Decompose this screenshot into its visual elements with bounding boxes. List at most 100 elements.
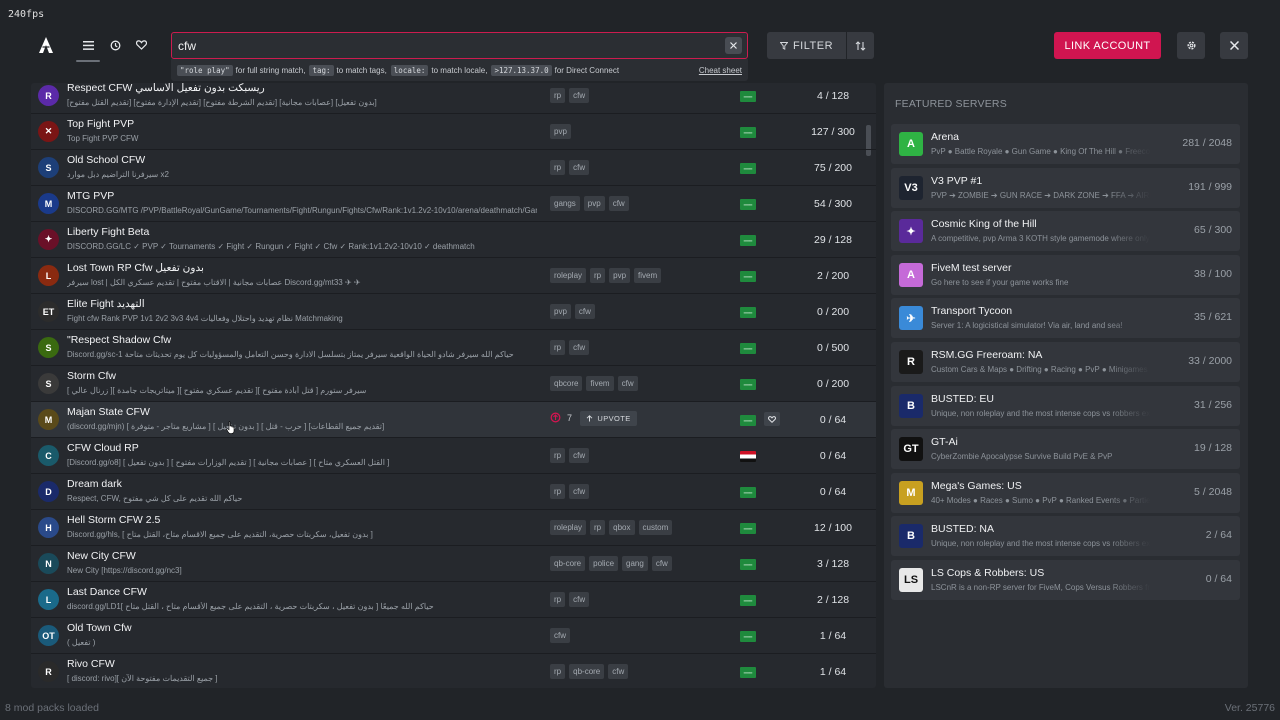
server-tag[interactable]: cfw — [651, 556, 672, 571]
server-tag[interactable]: fivem — [634, 268, 662, 283]
saudi-flag-icon: ═══ — [740, 559, 756, 570]
server-tag[interactable]: rp — [550, 88, 566, 103]
heart-icon[interactable] — [131, 35, 151, 55]
link-account-button[interactable]: LINK ACCOUNT — [1054, 32, 1161, 59]
featured-server-name: Arena — [931, 131, 960, 143]
server-tag[interactable]: police — [589, 556, 619, 571]
featured-server-card[interactable]: LS LS Cops & Robbers: US LSCnR is a non-RP… — [891, 560, 1240, 600]
featured-server-card[interactable]: B BUSTED: NA Unique, non roleplay and the … — [891, 516, 1240, 557]
server-row[interactable]: M Majan State CFW (discord.gg/mjn) [ مشاري… — [31, 401, 876, 437]
server-tag[interactable]: fivem — [586, 376, 614, 391]
server-icon: OT — [38, 625, 59, 646]
server-tag[interactable]: qb-core — [550, 556, 586, 571]
server-tag[interactable]: rp — [550, 664, 566, 679]
server-tag[interactable]: cfw — [569, 484, 590, 499]
server-name: Top Fight PVP — [67, 118, 135, 130]
server-tag[interactable]: gang — [622, 556, 648, 571]
server-row[interactable]: L Last Dance CFW discord.gg/LD1[ بدون تفعي… — [31, 581, 876, 617]
server-tag[interactable]: roleplay — [550, 520, 587, 535]
server-tag[interactable]: cfw — [569, 592, 590, 607]
featured-server-description: CyberZombie Apocalypse Survive Build PvE… — [931, 452, 1113, 462]
cheat-sheet-link[interactable]: Cheat sheet — [699, 66, 742, 75]
featured-server-card[interactable]: R RSM.GG Freeroam: NA Custom Cars & Maps ●… — [891, 342, 1240, 382]
server-row[interactable]: R Rivo CFW [ discord: rivo][ جميع التقديما… — [31, 653, 876, 688]
featured-player-count: 38 / 100 — [1194, 267, 1232, 280]
server-row[interactable]: D Dream dark Respect, CFW, حياكم الله تقدي… — [31, 473, 876, 509]
server-icon: N — [38, 553, 59, 574]
server-row[interactable]: R Respect CFW ريسبكت بدون تفعيل الاساسي [ت… — [31, 83, 876, 113]
featured-server-card[interactable]: B BUSTED: EU Unique, non roleplay and the … — [891, 385, 1240, 426]
search-box[interactable] — [171, 32, 748, 59]
mouse-cursor-icon — [226, 421, 235, 437]
featured-server-card[interactable]: ✦ Cosmic King of the Hill A competitive, p… — [891, 211, 1240, 252]
list-icon[interactable] — [78, 35, 98, 55]
server-tag[interactable]: qbox — [609, 520, 635, 535]
server-row[interactable]: L Lost Town RP Cfw بدون تفعيل سيرفر lost |… — [31, 257, 876, 293]
featured-server-card[interactable]: M Mega's Games: US 40+ Modes ● Races ● Sum… — [891, 472, 1240, 513]
server-tag[interactable]: custom — [638, 520, 673, 535]
featured-server-card[interactable]: ✈ Transport Tycoon Server 1: A logicistica… — [891, 298, 1240, 339]
server-row[interactable]: S Old School CFW سيرفرنا التراضيم دبل موار… — [31, 149, 876, 185]
app-logo-icon[interactable] — [36, 35, 56, 55]
server-row[interactable]: M MTG PVP DISCORD.GG/MTG /PVP/BattleRoyal/… — [31, 185, 876, 221]
server-tag[interactable]: rp — [590, 520, 606, 535]
clear-search-button[interactable] — [725, 37, 742, 54]
featured-server-card[interactable]: A FiveM test server Go here to see if your… — [891, 254, 1240, 295]
upvote-count: 7 — [550, 412, 572, 423]
server-tag[interactable]: rp — [550, 340, 566, 355]
server-tag[interactable]: rp — [550, 448, 566, 463]
server-row[interactable]: ✕ Top Fight PVP Top Fight PVP CFW pvp ═══ 127… — [31, 113, 876, 149]
nav-active-indicator — [76, 60, 100, 62]
close-app-button[interactable] — [1220, 32, 1248, 59]
server-tag[interactable]: pvp — [550, 304, 571, 319]
server-tag[interactable]: qb-core — [569, 664, 605, 679]
server-tag[interactable]: roleplay — [550, 268, 587, 283]
filter-button[interactable]: FILTER — [767, 32, 846, 59]
server-icon: ✦ — [38, 229, 59, 250]
history-icon[interactable] — [105, 35, 125, 55]
favorite-button[interactable] — [764, 412, 780, 426]
server-tag[interactable]: cfw — [569, 448, 590, 463]
server-tag[interactable]: cfw — [550, 628, 570, 643]
saudi-flag-icon: ═══ — [740, 307, 756, 318]
server-row[interactable]: ET Elite Fight التهديد Fight cfw Rank PVP … — [31, 293, 876, 329]
server-row[interactable]: H Hell Storm CFW 2.5 Discord.gg/hls, [ بدو… — [31, 509, 876, 545]
server-tag[interactable]: qbcore — [550, 376, 583, 391]
featured-server-name: Transport Tycoon — [931, 305, 1013, 318]
featured-server-icon: LS — [899, 568, 923, 592]
server-row[interactable]: N New City CFW New City [https://discord.g… — [31, 545, 876, 581]
server-tag[interactable]: cfw — [569, 88, 590, 103]
server-tag[interactable]: pvp — [609, 268, 631, 283]
server-row[interactable]: ✦ Liberty Fight Beta DISCORD.GG/LC ✓ PVP ✓… — [31, 221, 876, 257]
server-row[interactable]: OT Old Town Cfw ( تفعيل ) cfw ═══ 1 / 64 — [31, 617, 876, 653]
upvote-button[interactable]: UPVOTE — [580, 411, 637, 426]
server-tag[interactable]: cfw — [569, 340, 590, 355]
search-input[interactable] — [178, 33, 718, 58]
settings-button[interactable] — [1177, 32, 1205, 59]
server-tag[interactable]: cfw — [617, 376, 638, 391]
server-row[interactable]: S "Respect Shadow Cfw Discord.gg/sc-1 حياك… — [31, 329, 876, 365]
server-tag[interactable]: pvp — [550, 124, 571, 139]
server-tag[interactable]: pvp — [583, 196, 605, 211]
featured-server-card[interactable]: A Arena PvP ● Battle Royale ● Gun Game ● K… — [891, 124, 1240, 164]
server-row[interactable]: C CFW Cloud RP [Discord.gg/o8] [ بدون تفعي… — [31, 437, 876, 473]
featured-server-description: Go here to see if your game works fine — [931, 277, 1069, 287]
server-description: سيرفر lost | عصابات مجانية | الاقتاب مفت… — [67, 278, 361, 287]
server-tag[interactable]: rp — [550, 592, 566, 607]
server-tag[interactable]: rp — [590, 268, 606, 283]
server-list[interactable]: R Respect CFW ريسبكت بدون تفعيل الاساسي [ت… — [31, 83, 876, 688]
server-tag[interactable]: cfw — [569, 160, 590, 175]
server-description: New City [https://discord.gg/nc3] — [67, 566, 182, 575]
featured-server-card[interactable]: V3 V3 PVP #1 PVP ➔ ZOMBIE ➔ GUN RACE ➔ DAR… — [891, 167, 1240, 208]
server-tag[interactable]: cfw — [574, 304, 595, 319]
featured-player-count: 31 / 256 — [1194, 398, 1232, 411]
server-tag[interactable]: cfw — [608, 196, 629, 211]
server-tag[interactable]: cfw — [608, 664, 629, 679]
server-row[interactable]: S Storm Cfw سيرفر ستورم [ قتل أبادة مفتوح … — [31, 365, 876, 401]
server-tag[interactable]: rp — [550, 484, 566, 499]
server-tag[interactable]: rp — [550, 160, 566, 175]
sort-button[interactable] — [847, 32, 874, 59]
featured-server-card[interactable]: GT GT-Ai CyberZombie Apocalypse Survive Bu… — [891, 429, 1240, 470]
server-tag[interactable]: gangs — [550, 196, 580, 211]
server-description: (discord.gg/mjn) [ مشاريع متاجر - متوفرة… — [67, 422, 385, 431]
